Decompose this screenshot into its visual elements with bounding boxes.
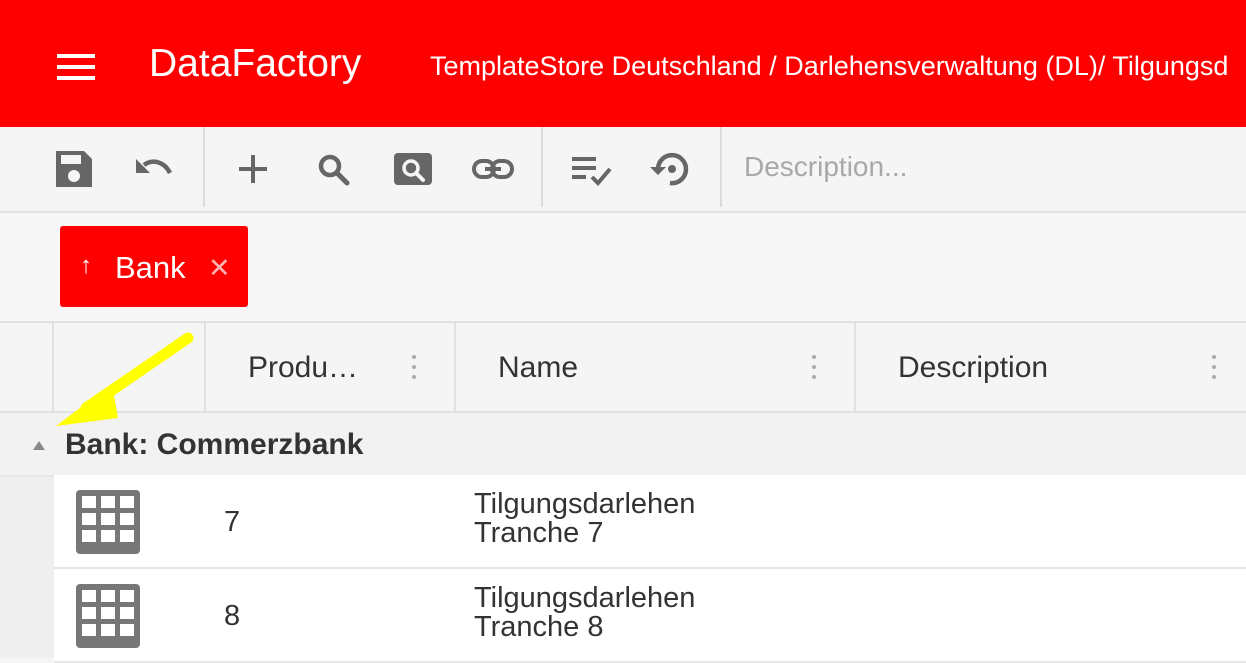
column-menu-icon[interactable] (410, 353, 418, 381)
description-input[interactable] (744, 145, 1234, 189)
search-button[interactable] (311, 147, 355, 191)
name-line: Tilgungsdarlehen (474, 582, 696, 614)
grid-column-header: Produ… Name Description (0, 323, 1246, 413)
restore-icon (650, 152, 689, 186)
group-title: Bank: Commerzbank (65, 428, 364, 461)
save-button[interactable] (52, 147, 96, 191)
app-header: DataFactory TemplateStore Deutschland / … (0, 0, 1246, 127)
add-icon (239, 155, 267, 183)
name-line: Tilgungsdarlehen (474, 488, 696, 520)
link-button[interactable] (471, 147, 515, 191)
hamburger-menu-icon[interactable] (57, 54, 95, 80)
name-cell: Tilgungsdarlehen Tranche 8 (474, 584, 834, 642)
search-box-icon (394, 153, 432, 185)
undo-icon (136, 159, 173, 175)
column-menu-icon[interactable] (810, 353, 818, 381)
search-icon (318, 154, 350, 186)
app-title: DataFactory (149, 42, 362, 85)
grid-icon[interactable] (76, 490, 140, 554)
save-icon (56, 151, 92, 187)
column-menu-icon[interactable] (1210, 353, 1218, 381)
sort-ascending-icon[interactable]: ↑ (80, 252, 92, 280)
column-header-name[interactable]: Name (456, 323, 856, 411)
breadcrumb[interactable]: TemplateStore Deutschland / Darlehensver… (430, 49, 1228, 83)
restore-button[interactable] (648, 147, 692, 191)
checklist-button[interactable] (570, 147, 614, 191)
checklist-icon (572, 157, 612, 186)
name-line: Tranche 8 (474, 611, 604, 643)
grid-body: Bank: Commerzbank 7 Tilgungsdarlehen Tra… (0, 413, 1246, 663)
group-row[interactable]: Bank: Commerzbank (0, 413, 1246, 477)
name-line: Tranche 7 (474, 517, 604, 549)
column-header-description[interactable]: Description (856, 323, 1246, 411)
link-icon (472, 159, 514, 179)
grid-icon[interactable] (76, 584, 140, 648)
table-row[interactable]: 7 Tilgungsdarlehen Tranche 7 (54, 475, 1246, 569)
close-icon[interactable]: ✕ (208, 251, 231, 285)
toolbar (0, 127, 1246, 213)
column-label: Name (498, 351, 579, 384)
column-label: Description (898, 351, 1049, 384)
column-header-product[interactable]: Produ… (206, 323, 456, 411)
group-chip-bank[interactable]: ↑ Bank ✕ (60, 226, 248, 307)
product-cell: 7 (224, 506, 241, 538)
column-icon (54, 323, 206, 411)
group-chip-label: Bank (115, 250, 186, 285)
column-spacer (0, 323, 54, 411)
undo-button[interactable] (132, 147, 176, 191)
name-cell: Tilgungsdarlehen Tranche 7 (474, 490, 834, 548)
group-panel: ↑ Bank ✕ (0, 213, 1246, 323)
column-label: Produ… (248, 351, 359, 384)
add-button[interactable] (231, 147, 275, 191)
product-cell: 8 (224, 600, 241, 632)
search-box-button[interactable] (391, 147, 435, 191)
collapse-triangle-icon[interactable] (33, 441, 45, 450)
table-row[interactable]: 8 Tilgungsdarlehen Tranche 8 (54, 569, 1246, 663)
